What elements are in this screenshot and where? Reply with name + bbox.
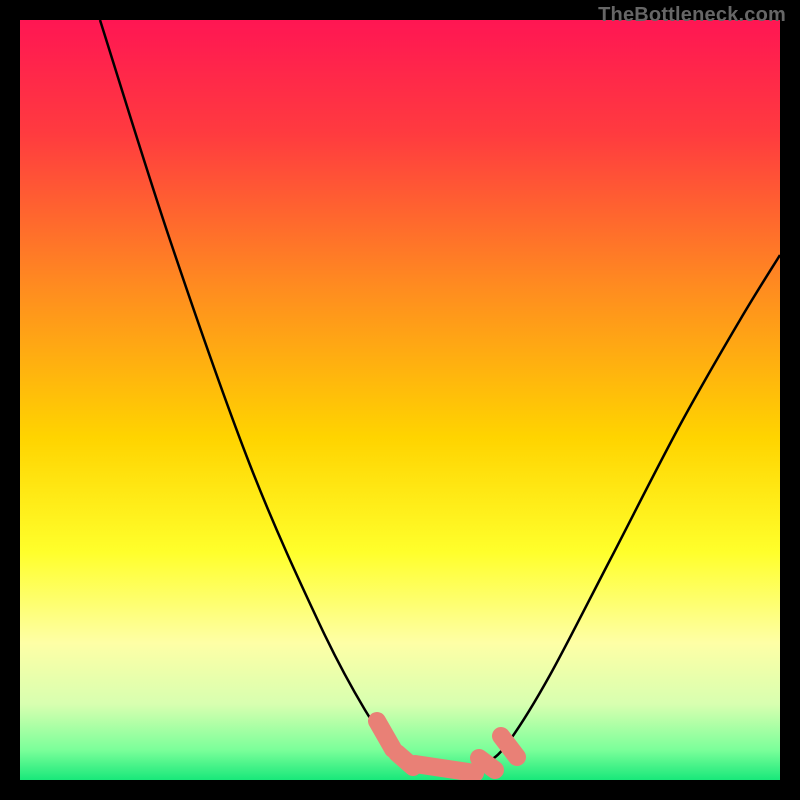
gradient-background xyxy=(20,20,780,780)
chart-frame xyxy=(20,20,780,780)
marker-bottom xyxy=(415,764,475,773)
marker-notch xyxy=(479,758,495,770)
chart-canvas xyxy=(20,20,780,780)
marker-right xyxy=(501,736,517,757)
watermark-text: TheBottleneck.com xyxy=(598,4,786,27)
